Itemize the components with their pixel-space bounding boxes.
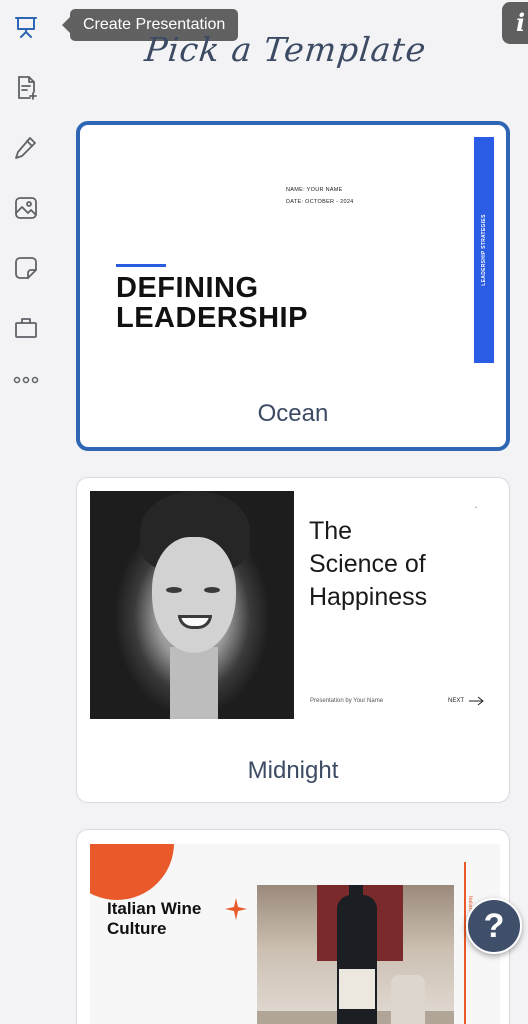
sparkle-icon [225,898,247,920]
slide-meta-date: DATE: OCTOBER - 2024 [286,199,354,205]
orange-circle-shape [90,844,174,900]
more-icon [13,376,39,384]
slide-side-band: LEADERSHIP STRATEGIES [474,137,494,363]
slide-title-line: Science of [309,550,426,578]
slide-headline-line: DEFINING [116,272,259,304]
template-card-italian-wine[interactable]: Italian Wine Culture Italian Wine Cu [76,829,510,1024]
slide-headline: DEFINING LEADERSHIP [116,273,308,333]
portrait-photo [90,491,294,719]
briefcase-button[interactable] [8,310,44,346]
pencil-icon [15,137,36,159]
draw-button[interactable] [8,130,44,166]
slide-band-text: LEADERSHIP STRATEGIES [481,214,487,286]
slide-title-line: Happiness [309,583,428,611]
slide-preview: Italian Wine Culture Italian Wine Cu [90,844,500,1024]
slide-title-line: The [309,517,353,545]
image-icon [15,197,37,219]
sticky-note-icon [15,257,37,279]
panel-title: Pick a Template [142,30,429,69]
presentation-icon [15,17,37,38]
slide-title: Italian Wine Culture [107,899,201,939]
template-name: Midnight [247,757,339,784]
slide-title-line: Culture [107,919,167,938]
slide-vertical-rule [464,862,466,1024]
info-button[interactable]: i [502,2,528,44]
sticky-note-button[interactable] [8,250,44,286]
slide-dot: • [475,505,477,511]
template-card-ocean[interactable]: NAME: YOUR NAME DATE: OCTOBER - 2024 DEF… [76,121,510,451]
slide-byline: Presentation by Your Name [310,698,384,704]
help-button[interactable]: ? [466,898,522,954]
template-card-midnight[interactable]: • The Science of Happiness Presentation … [76,477,510,803]
arrow-right-icon [469,696,484,706]
insert-image-button[interactable] [8,190,44,226]
template-name: Ocean [257,400,329,427]
slide-accent-rule [116,264,166,267]
slide-title-line: Italian Wine [107,899,202,918]
slide-headline-line: LEADERSHIP [116,302,308,334]
create-document-button[interactable] [8,70,44,106]
slide-meta-name: NAME: YOUR NAME [286,187,343,193]
create-presentation-button[interactable] [8,9,44,45]
slide-title: The Science of Happiness [309,515,427,614]
slide-next-label: NEXT [448,698,465,704]
add-document-icon [18,76,37,100]
more-button[interactable] [8,362,44,398]
briefcase-icon [15,318,37,338]
wine-photo [257,885,454,1024]
tool-rail [0,0,52,1024]
